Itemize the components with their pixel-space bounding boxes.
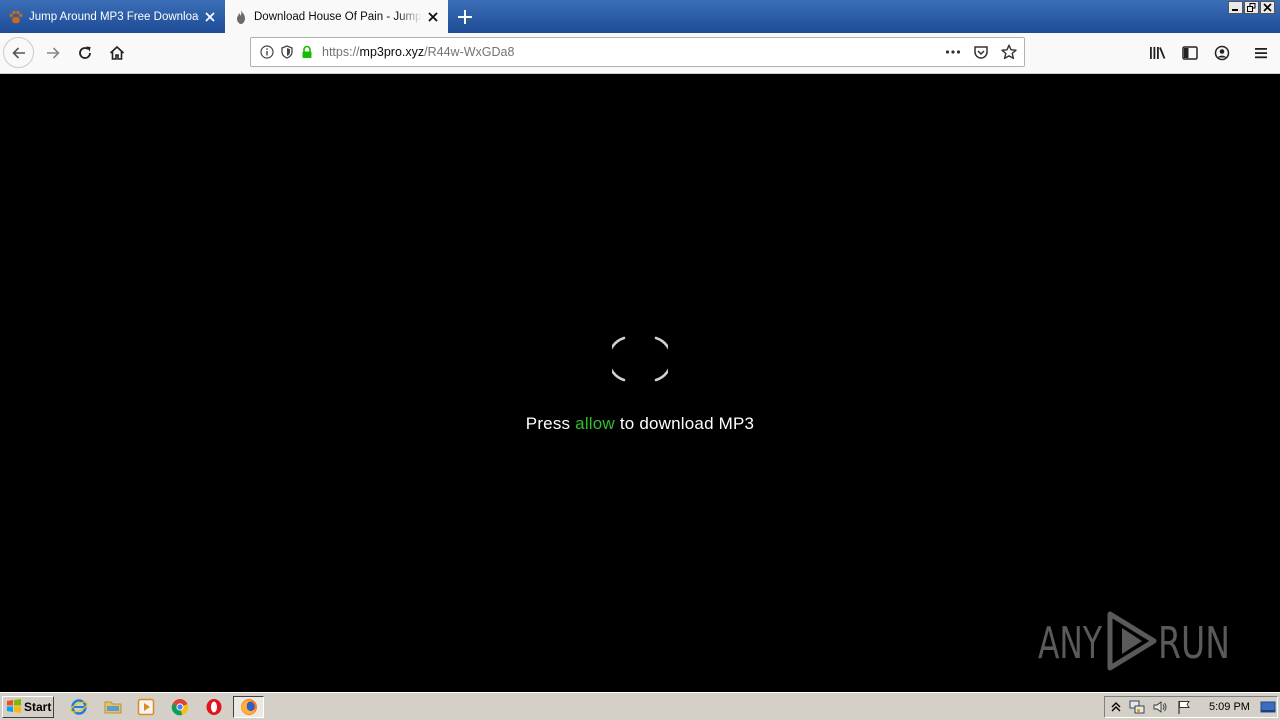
chrome-icon[interactable] [171, 698, 189, 716]
fire-icon [233, 9, 249, 25]
start-label: Start [24, 700, 52, 714]
opera-icon[interactable] [205, 698, 223, 716]
firefox-taskbar-button[interactable] [233, 696, 264, 718]
menu-button[interactable] [1245, 37, 1277, 69]
pocket-icon[interactable] [973, 44, 989, 60]
account-icon [1214, 45, 1230, 61]
internet-explorer-icon[interactable] [70, 698, 88, 716]
url-text[interactable]: https://mp3pro.xyz/R44w-WxGDa8 [322, 45, 514, 59]
system-tray: 5:09 PM [1104, 696, 1278, 718]
tab-title: Download House Of Pain - Jump Around [254, 10, 422, 23]
lock-icon[interactable] [299, 44, 315, 60]
volume-icon[interactable] [1152, 699, 1168, 715]
allow-download-message: Press allow to download MP3 [0, 414, 1280, 434]
page-actions-icon[interactable] [945, 44, 961, 60]
show-hidden-icons-icon[interactable] [1108, 699, 1124, 715]
start-button[interactable]: Start [2, 696, 54, 718]
close-window-button[interactable] [1260, 1, 1275, 14]
arrow-left-icon [11, 46, 25, 59]
message-text: Press [525, 414, 576, 433]
firefox-icon [240, 699, 257, 715]
loading-spinner-icon [612, 336, 668, 382]
page-content: Press allow to download MP3 ANY RUN [0, 74, 1280, 692]
navigation-toolbar: https://mp3pro.xyz/R44w-WxGDa8 [0, 33, 1280, 74]
library-icon [1150, 47, 1166, 59]
close-icon [1263, 3, 1272, 12]
windows-logo-icon [6, 698, 22, 716]
svg-text:ANY: ANY [1038, 618, 1102, 669]
home-button[interactable] [101, 37, 133, 69]
message-text: to download MP3 [614, 414, 755, 433]
url-host: mp3pro.xyz [359, 45, 425, 59]
sidebar-icon [1182, 46, 1198, 60]
clock[interactable]: 5:09 PM [1209, 701, 1250, 713]
tab-jump-around-mp3[interactable]: Jump Around MP3 Free Download [0, 0, 225, 33]
account-button[interactable] [1206, 37, 1238, 69]
back-button[interactable] [3, 37, 34, 68]
restore-button[interactable] [1244, 1, 1259, 14]
plus-icon [458, 10, 472, 24]
url-bar[interactable]: https://mp3pro.xyz/R44w-WxGDa8 [250, 37, 1025, 67]
anyrun-watermark-logo: ANY RUN [1038, 611, 1230, 671]
svg-text:RUN: RUN [1158, 618, 1230, 669]
action-center-flag-icon[interactable] [1176, 699, 1192, 715]
paw-icon [8, 9, 24, 25]
tracking-shield-icon[interactable] [279, 44, 295, 60]
tab-strip: Jump Around MP3 Free Download Download H… [0, 0, 1280, 33]
tab-house-of-pain[interactable]: Download House Of Pain - Jump Around [225, 0, 448, 33]
restore-icon [1247, 3, 1256, 12]
arrow-right-icon [47, 47, 60, 59]
library-button[interactable] [1142, 37, 1174, 69]
network-icon[interactable] [1129, 699, 1145, 715]
show-desktop-icon[interactable] [1260, 699, 1276, 715]
info-icon[interactable] [259, 44, 275, 60]
forward-button[interactable] [37, 37, 69, 69]
bookmark-star-icon[interactable] [1001, 44, 1017, 60]
windows-taskbar: Start 5:09 PM [0, 692, 1280, 720]
hamburger-menu-icon [1255, 48, 1267, 59]
minimize-icon [1232, 9, 1238, 11]
tab-title: Jump Around MP3 Free Download [29, 10, 199, 23]
allow-highlight: allow [575, 414, 615, 433]
reload-icon [79, 46, 91, 59]
home-icon [109, 45, 125, 60]
file-explorer-icon[interactable] [104, 698, 122, 716]
new-tab-button[interactable] [453, 5, 477, 29]
url-scheme: https:// [322, 45, 360, 59]
close-tab-icon[interactable] [422, 6, 444, 28]
url-path: /R44w-WxGDa8 [424, 45, 515, 59]
media-player-icon[interactable] [137, 698, 155, 716]
minimize-button[interactable] [1228, 1, 1243, 14]
sidebar-button[interactable] [1174, 37, 1206, 69]
reload-button[interactable] [69, 37, 101, 69]
close-tab-icon[interactable] [199, 6, 221, 28]
window-controls [1228, 1, 1275, 14]
